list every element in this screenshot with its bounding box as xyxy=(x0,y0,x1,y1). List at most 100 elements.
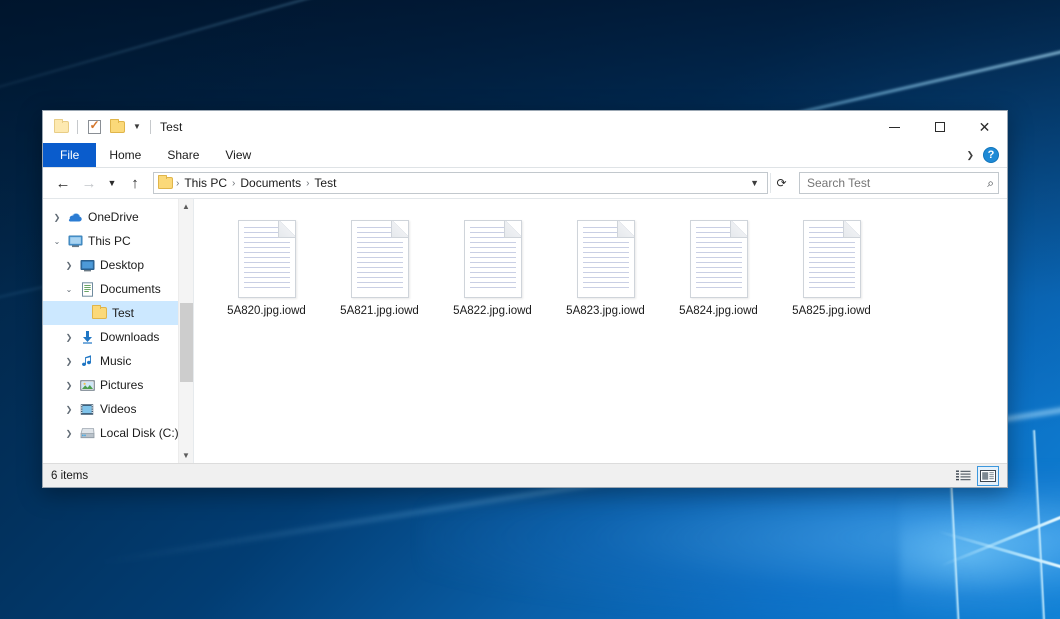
download-icon xyxy=(77,330,97,344)
generic-file-icon xyxy=(803,220,861,298)
toolbar-separator xyxy=(150,120,151,134)
sidebar-item-downloads[interactable]: ❯ Downloads xyxy=(43,325,193,349)
item-count-label: 6 items xyxy=(51,470,88,482)
sidebar-item-pictures[interactable]: ❯ Pictures xyxy=(43,373,193,397)
desktop-icon xyxy=(77,259,97,272)
window-title: Test xyxy=(160,120,182,134)
properties-icon[interactable] xyxy=(84,116,104,138)
breadcrumb-test[interactable]: Test xyxy=(310,176,340,190)
sidebar-item-videos[interactable]: ❯ xyxy=(43,397,193,421)
chevron-down-icon[interactable]: ⌄ xyxy=(49,237,65,246)
forward-button: → xyxy=(77,171,101,195)
back-button[interactable]: ← xyxy=(51,171,75,195)
address-bar-right: ▼ xyxy=(744,178,765,188)
scrollbar-thumb[interactable] xyxy=(180,303,193,383)
large-icons-view-button[interactable] xyxy=(977,466,999,486)
chevron-down-icon[interactable]: ❯ xyxy=(959,150,981,161)
file-name: 5A825.jpg.iowd xyxy=(792,305,871,319)
file-item[interactable]: 5A820.jpg.iowd xyxy=(210,213,323,335)
sidebar-item-this-pc[interactable]: ⌄ This PC xyxy=(43,229,193,253)
generic-file-icon xyxy=(690,220,748,298)
search-input[interactable] xyxy=(807,176,987,190)
tab-file[interactable]: File xyxy=(43,143,96,167)
sidebar-item-desktop[interactable]: ❯ Desktop xyxy=(43,253,193,277)
title-bar[interactable]: ▼ Test ✕ xyxy=(43,111,1007,143)
search-box[interactable]: ⌕ xyxy=(799,172,999,194)
tab-share[interactable]: Share xyxy=(154,143,212,167)
folder-icon xyxy=(158,177,173,189)
file-icon-wrap xyxy=(577,213,635,305)
sidebar-item-label: Videos xyxy=(100,402,136,416)
sidebar-item-label: Test xyxy=(112,306,134,320)
minimize-button[interactable] xyxy=(872,111,917,143)
sidebar-item-label: This PC xyxy=(88,234,131,248)
sidebar-item-label: Documents xyxy=(100,282,161,296)
file-list-pane[interactable]: 5A820.jpg.iowd 5A821.jpg.iowd xyxy=(193,199,1007,463)
help-icon[interactable]: ? xyxy=(983,147,999,163)
file-name: 5A821.jpg.iowd xyxy=(340,305,419,319)
explorer-body: ❯ OneDrive ⌄ xyxy=(43,198,1007,463)
navigation-bar: ← → ▼ ↑ › This PC › Documents › Test ▼ ⟳ xyxy=(43,168,1007,198)
sidebar-item-test[interactable]: ❯ Test xyxy=(43,301,193,325)
file-name: 5A822.jpg.iowd xyxy=(453,305,532,319)
chevron-right-icon[interactable]: ❯ xyxy=(61,261,77,270)
search-icon[interactable]: ⌕ xyxy=(987,176,994,191)
folder-tree: ❯ OneDrive ⌄ xyxy=(43,199,193,445)
file-icon-wrap xyxy=(238,213,296,305)
chevron-right-icon[interactable]: ❯ xyxy=(61,333,77,342)
refresh-button[interactable]: ⟳ xyxy=(770,173,792,193)
chevron-right-icon[interactable]: ❯ xyxy=(61,357,77,366)
sidebar-item-onedrive[interactable]: ❯ OneDrive xyxy=(43,205,193,229)
chevron-right-icon[interactable]: ❯ xyxy=(61,381,77,390)
breadcrumb-this-pc[interactable]: This PC xyxy=(180,176,231,190)
folder-icon[interactable] xyxy=(51,116,71,138)
up-button[interactable]: ↑ xyxy=(123,171,147,195)
generic-file-icon xyxy=(577,220,635,298)
sidebar-item-label: Music xyxy=(100,354,131,368)
new-folder-icon[interactable] xyxy=(107,116,127,138)
sidebar-item-label: OneDrive xyxy=(88,210,139,224)
file-icon-wrap xyxy=(690,213,748,305)
scrollbar-track[interactable] xyxy=(179,214,194,448)
generic-file-icon xyxy=(351,220,409,298)
sidebar-item-label: Pictures xyxy=(100,378,143,392)
address-bar[interactable]: › This PC › Documents › Test ▼ xyxy=(153,172,768,194)
sidebar-item-local-disk-c[interactable]: ❯ Local Disk (C:) xyxy=(43,421,193,445)
sidebar-item-music[interactable]: ❯ Music xyxy=(43,349,193,373)
file-icon-wrap xyxy=(803,213,861,305)
file-icon-wrap xyxy=(351,213,409,305)
tab-view[interactable]: View xyxy=(212,143,264,167)
file-item[interactable]: 5A821.jpg.iowd xyxy=(323,213,436,335)
file-item[interactable]: 5A825.jpg.iowd xyxy=(775,213,888,335)
chevron-right-icon[interactable]: ❯ xyxy=(61,405,77,414)
scroll-down-icon[interactable]: ▼ xyxy=(179,448,194,463)
ribbon-tab-bar: File Home Share View ❯ ? xyxy=(43,143,1007,168)
sidebar-item-label: Desktop xyxy=(100,258,144,272)
navigation-pane: ❯ OneDrive ⌄ xyxy=(43,199,193,463)
file-item[interactable]: 5A822.jpg.iowd xyxy=(436,213,549,335)
sidebar-scrollbar[interactable]: ▲ ▼ xyxy=(178,199,193,463)
sidebar-item-documents[interactable]: ⌄ Documents xyxy=(43,277,193,301)
toolbar-separator xyxy=(77,120,78,134)
view-toggle-group xyxy=(952,466,999,486)
chevron-down-icon[interactable]: ▼ xyxy=(130,116,144,138)
chevron-down-icon[interactable]: ▼ xyxy=(744,178,765,188)
videos-icon xyxy=(77,403,97,416)
close-button[interactable]: ✕ xyxy=(962,111,1007,143)
tab-home[interactable]: Home xyxy=(96,143,154,167)
file-item[interactable]: 5A824.jpg.iowd xyxy=(662,213,775,335)
sidebar-item-label: Downloads xyxy=(100,330,159,344)
details-view-button[interactable] xyxy=(952,466,974,486)
status-bar: 6 items xyxy=(43,463,1007,487)
chevron-right-icon[interactable]: ❯ xyxy=(49,213,65,222)
chevron-down-icon[interactable]: ⌄ xyxy=(61,285,77,294)
file-item[interactable]: 5A823.jpg.iowd xyxy=(549,213,662,335)
file-name: 5A823.jpg.iowd xyxy=(566,305,645,319)
recent-locations-button[interactable]: ▼ xyxy=(103,171,121,195)
drive-icon xyxy=(77,427,97,439)
scroll-up-icon[interactable]: ▲ xyxy=(179,199,194,214)
chevron-right-icon[interactable]: ❯ xyxy=(61,429,77,438)
generic-file-icon xyxy=(238,220,296,298)
breadcrumb-documents[interactable]: Documents xyxy=(236,176,305,190)
maximize-button[interactable] xyxy=(917,111,962,143)
